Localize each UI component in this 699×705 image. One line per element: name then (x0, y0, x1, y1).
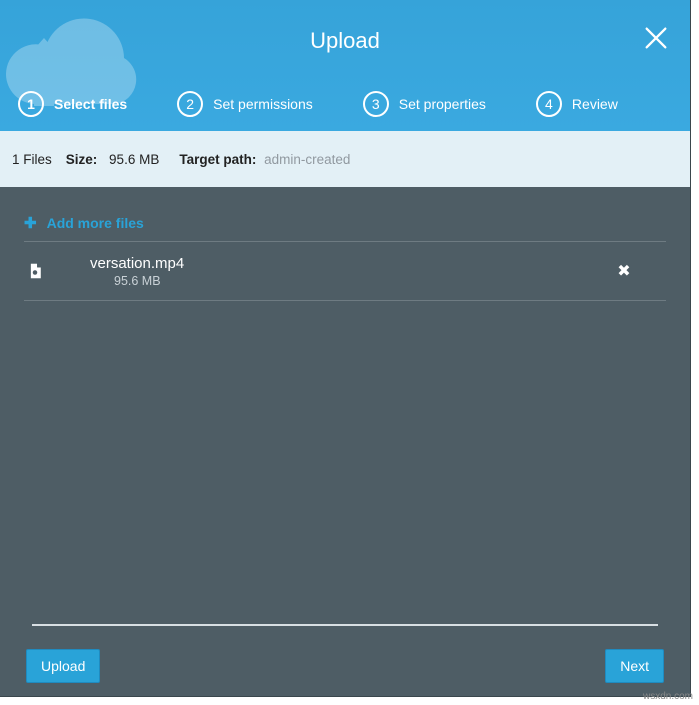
file-list-panel: ✚ Add more files versation.mp4 95.6 MB ✖ (0, 187, 690, 636)
remove-file-button[interactable]: ✖ (610, 257, 638, 285)
step-number-badge: 4 (536, 91, 562, 117)
modal-header: Upload 1 Select files 2 Set permissions … (0, 0, 690, 131)
progress-divider (32, 624, 658, 626)
step-number-badge: 2 (177, 91, 203, 117)
next-button[interactable]: Next (605, 649, 664, 683)
close-icon (642, 24, 670, 52)
target-path-label: Target path: (179, 152, 256, 167)
step-label: Select files (54, 96, 127, 112)
add-more-files-button[interactable]: ✚ Add more files (24, 205, 666, 241)
wizard-steps: 1 Select files 2 Set permissions 3 Set p… (0, 91, 690, 117)
file-size: 95.6 MB (114, 274, 592, 288)
watermark: wsxdn.com (643, 691, 693, 702)
add-more-label: Add more files (47, 215, 144, 231)
step-review[interactable]: 4 Review (536, 91, 618, 117)
step-number-badge: 3 (363, 91, 389, 117)
target-path-value: admin-created (264, 152, 350, 167)
step-number-badge: 1 (18, 91, 44, 117)
size-value: 95.6 MB (109, 152, 159, 167)
plus-icon: ✚ (24, 214, 37, 232)
file-info: versation.mp4 95.6 MB (90, 255, 592, 288)
upload-button[interactable]: Upload (26, 649, 100, 683)
step-set-permissions[interactable]: 2 Set permissions (177, 91, 313, 117)
files-count: 1 Files (12, 152, 52, 167)
file-meta-bar: 1 Files Size: 95.6 MB Target path: admin… (0, 131, 690, 187)
step-set-properties[interactable]: 3 Set properties (363, 91, 486, 117)
size-label: Size: (66, 152, 98, 167)
upload-modal: Upload 1 Select files 2 Set permissions … (0, 0, 691, 697)
remove-icon: ✖ (617, 261, 630, 281)
file-name: versation.mp4 (90, 255, 592, 272)
file-video-icon (26, 262, 44, 280)
close-button[interactable] (642, 24, 670, 52)
modal-footer: Upload Next (0, 636, 690, 696)
step-label: Set permissions (213, 96, 313, 112)
file-row: versation.mp4 95.6 MB ✖ (24, 242, 666, 300)
step-label: Set properties (399, 96, 486, 112)
step-label: Review (572, 96, 618, 112)
step-select-files[interactable]: 1 Select files (18, 91, 127, 117)
modal-title: Upload (0, 28, 690, 54)
